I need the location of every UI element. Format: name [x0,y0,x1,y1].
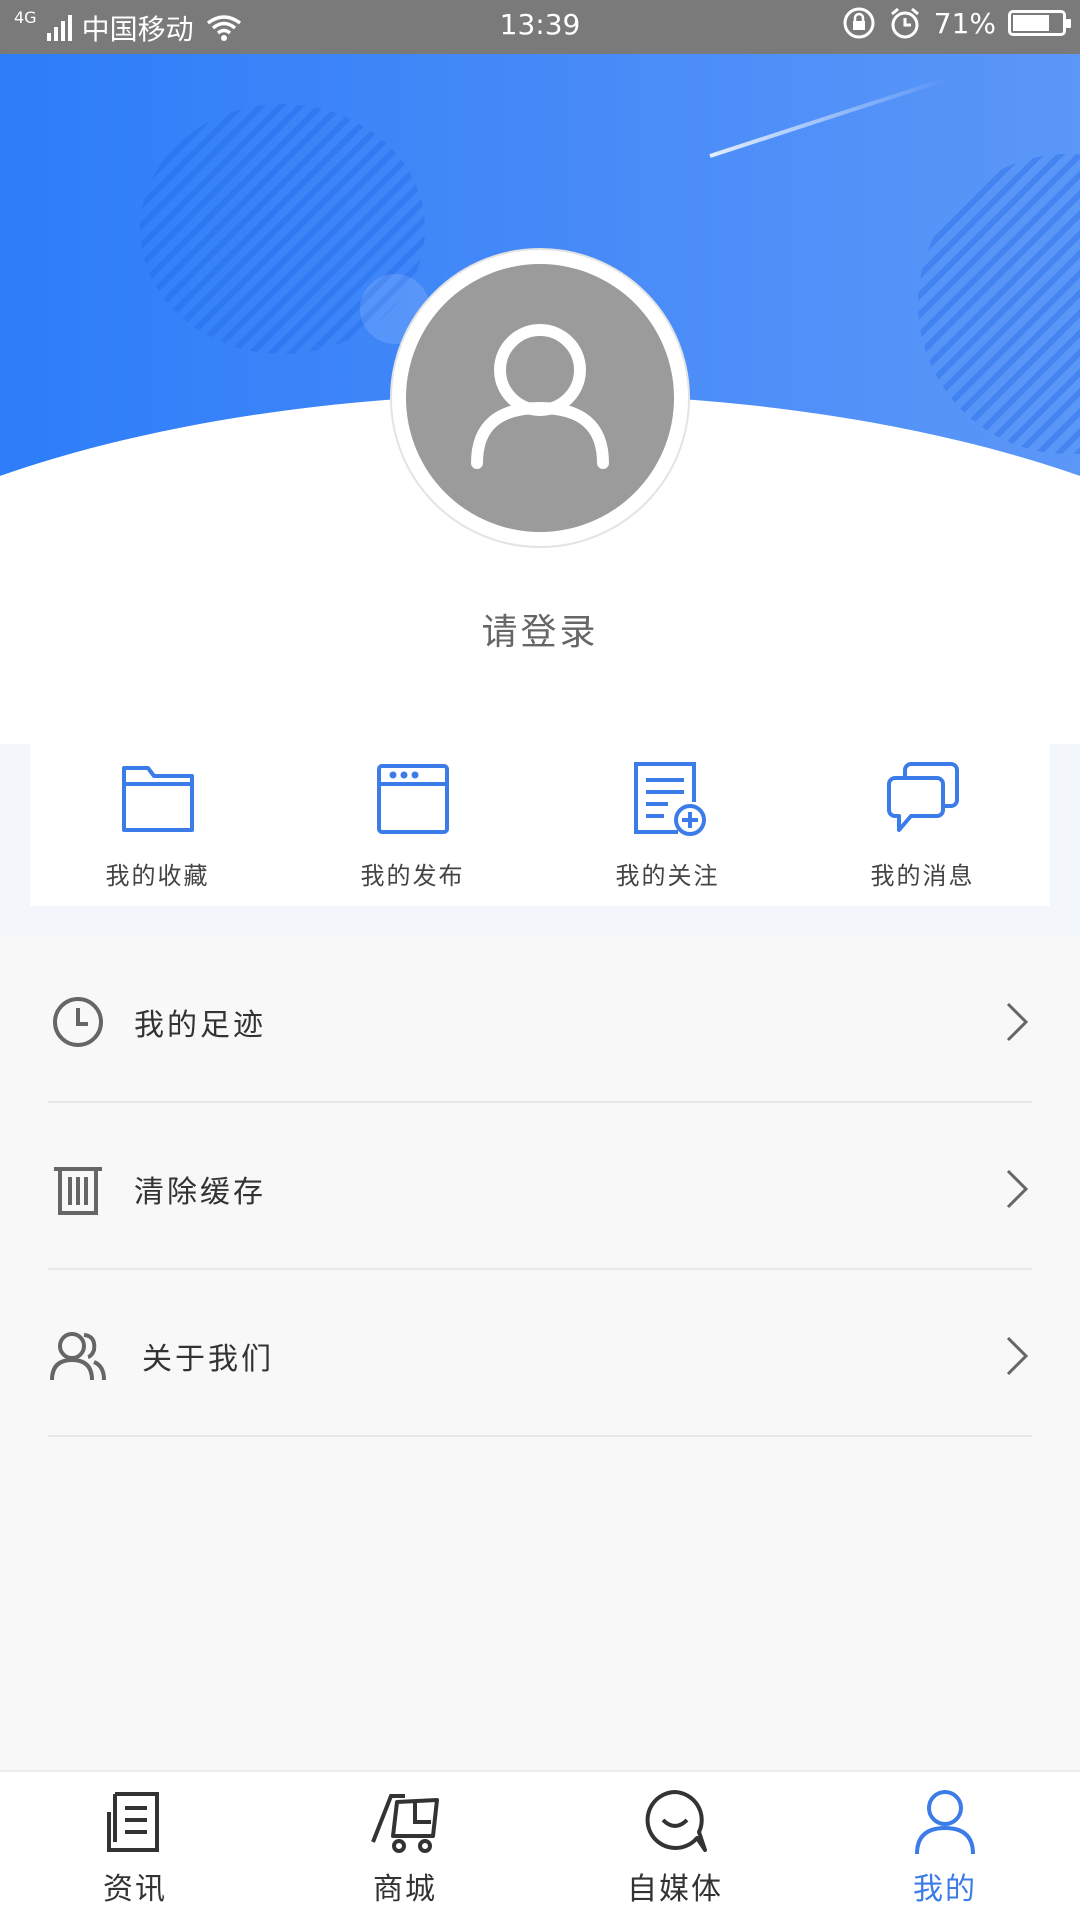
menu-row-clear-cache[interactable]: 清除缓存 [0,1103,1080,1270]
menu-row-label: 关于我们 [142,1342,274,1377]
tab-mine[interactable]: 我的 [810,1772,1080,1920]
chat-bubbles-icon [886,762,959,832]
clock-icon [53,997,103,1047]
quick-action-following[interactable]: 我的关注 [540,744,795,906]
menu-row-about-us[interactable]: 关于我们 [0,1270,1080,1437]
quick-action-label: 我的收藏 [105,862,210,890]
nav-label: 资讯 [103,1872,167,1907]
nav-label: 自媒体 [627,1872,723,1907]
nav-label: 我的 [913,1872,977,1907]
menu-row-footprints[interactable]: 我的足迹 [0,936,1080,1103]
login-prompt[interactable]: 请登录 [0,603,1080,655]
tab-mall[interactable]: 商城 [270,1772,540,1920]
smile-chat-icon [645,1790,707,1852]
browser-window-icon [376,764,449,834]
chevron-right-icon [1006,1169,1029,1209]
chevron-right-icon [1006,1336,1029,1376]
status-bar: 4G 中国移动 13:39 71% [0,0,1080,54]
decorative-striped-circle [918,154,1080,454]
quick-actions-card: 我的收藏 我的发布 我的关注 我的消息 [30,744,1050,906]
cart-icon [371,1794,439,1853]
document-add-icon [633,762,706,836]
menu-row-label: 我的足迹 [134,1008,266,1043]
folder-icon [121,766,194,832]
news-icon [107,1792,159,1852]
avatar[interactable] [390,248,690,548]
quick-action-messages[interactable]: 我的消息 [795,744,1050,906]
quick-action-label: 我的关注 [615,862,720,890]
quick-action-favorites[interactable]: 我的收藏 [30,744,285,906]
battery-icon [1008,10,1071,36]
trash-icon [54,1167,102,1215]
nav-label: 商城 [373,1872,437,1907]
quick-actions-area: 我的收藏 我的发布 我的关注 我的消息 [0,744,1080,936]
divider [48,1435,1032,1437]
person-icon [471,324,609,469]
decorative-streak [709,76,949,158]
bottom-nav: 资讯 商城 自媒体 我的 [0,1770,1080,1920]
quick-action-label: 我的消息 [870,862,975,890]
tab-self-media[interactable]: 自媒体 [540,1772,810,1920]
quick-action-posts[interactable]: 我的发布 [285,744,540,906]
chevron-right-icon [1006,1002,1029,1042]
person-icon [915,1790,975,1855]
avatar-circle [406,264,674,532]
settings-list: 我的足迹 清除缓存 关于我们 [0,936,1080,1437]
rotation-lock-icon [843,7,875,39]
status-right: 71% [842,6,1071,40]
menu-row-label: 清除缓存 [134,1175,266,1210]
quick-action-label: 我的发布 [360,862,465,890]
users-icon [50,1332,106,1381]
battery-percent: 71% [933,6,996,40]
alarm-icon [890,7,919,39]
tab-news[interactable]: 资讯 [0,1772,270,1920]
